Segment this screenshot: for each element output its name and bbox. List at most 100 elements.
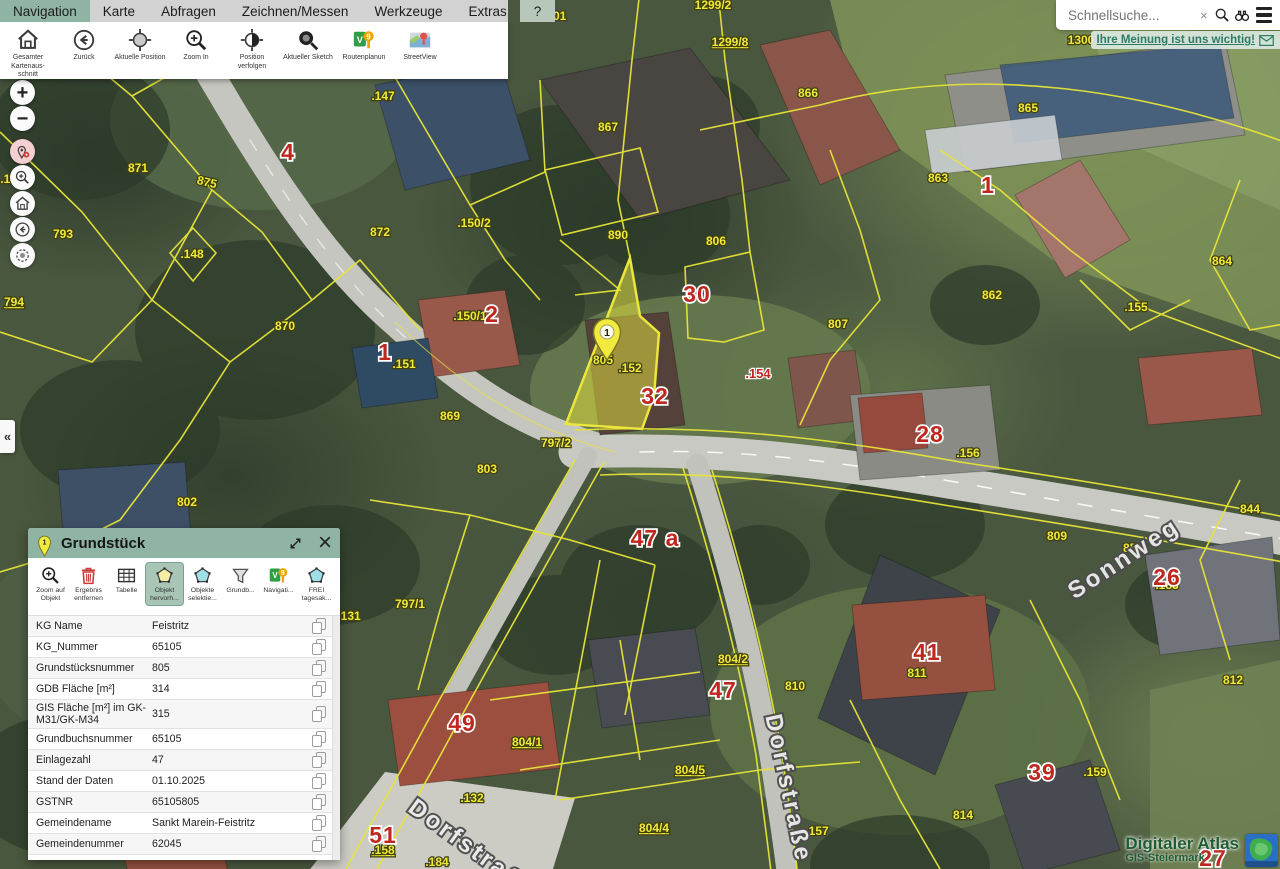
menu-bar: Navigation Karte Abfragen Zeichnen/Messe…: [0, 0, 508, 22]
map-label: 804/2: [718, 652, 748, 666]
frei-layer-button[interactable]: FREI tagesak...: [298, 563, 335, 605]
copy-icon[interactable]: [312, 681, 326, 697]
map-label: 797/1: [395, 597, 425, 611]
copy-icon[interactable]: [312, 752, 326, 768]
map-label: 26: [1153, 564, 1181, 590]
table-row: KG NameFeistritz: [28, 616, 340, 637]
map-label: 51: [369, 822, 397, 848]
map-label: 864: [1212, 254, 1232, 268]
home-extent-button[interactable]: [10, 191, 35, 216]
table-button[interactable]: Tabelle: [108, 563, 145, 597]
current-position-button[interactable]: Aktuelle Position: [112, 28, 168, 63]
magnifier-plus-icon: [40, 565, 61, 586]
search-clear-icon[interactable]: ×: [1198, 8, 1210, 23]
map-label: 794: [4, 295, 24, 309]
table-row: Stand der Daten01.10.2025: [28, 771, 340, 792]
table-row: GemeindenameSankt Marein-Feistritz: [28, 813, 340, 834]
select-objects-button[interactable]: Objekte selektie...: [184, 563, 221, 605]
svg-text:9: 9: [281, 570, 285, 577]
map-label: 806: [706, 234, 726, 248]
trash-icon: [78, 565, 99, 586]
tab-abfragen[interactable]: Abfragen: [148, 0, 229, 22]
tab-zeichnen-messen[interactable]: Zeichnen/Messen: [229, 0, 362, 22]
current-sketch-button[interactable]: Aktueller Sketch: [280, 28, 336, 63]
route-icon: V9: [268, 565, 289, 586]
track-position-button[interactable]: [10, 243, 35, 268]
search-input[interactable]: [1066, 7, 1198, 24]
map-label: 47 a: [631, 525, 680, 551]
back-button[interactable]: Zurück: [56, 28, 112, 63]
route-planner-button[interactable]: V9 Routenplanun: [336, 28, 392, 63]
zoom-to-object-button[interactable]: Zoom auf Objekt: [32, 563, 69, 605]
map-zoom-in-button[interactable]: +: [10, 80, 35, 105]
copy-icon[interactable]: [312, 706, 326, 722]
map-label: .155: [1124, 300, 1148, 314]
panel-header[interactable]: 1 Grundstück ×: [28, 528, 340, 558]
copy-icon[interactable]: [312, 815, 326, 831]
map-label: 811: [907, 666, 927, 680]
binoculars-icon[interactable]: [1234, 4, 1250, 26]
home-icon: [14, 195, 31, 212]
map-label: .156: [956, 446, 980, 460]
location-marker-button[interactable]: [10, 139, 35, 164]
feedback-link[interactable]: Ihre Meinung ist uns wichtig!: [1091, 31, 1280, 49]
map-label: 793: [53, 227, 73, 241]
navigation-button[interactable]: V9 Navigati...: [260, 563, 297, 597]
highlight-object-button[interactable]: Objekt hervorh...: [146, 563, 183, 605]
map-label: 866: [798, 86, 818, 100]
copy-icon[interactable]: [312, 794, 326, 810]
yellow-polygon-icon: [154, 565, 175, 586]
table-row: Gemeindenummer62045: [28, 834, 340, 855]
map-label: 890: [608, 228, 628, 242]
cyan-polygon-icon: [192, 565, 213, 586]
streetview-button[interactable]: StreetView: [392, 28, 448, 63]
map-label: 32: [641, 383, 669, 409]
map-zoom-out-button[interactable]: −: [10, 106, 35, 131]
tab-werkzeuge[interactable]: Werkzeuge: [361, 0, 455, 22]
steiermark-logo-icon: [1245, 834, 1278, 867]
full-extent-button[interactable]: Gesamter Kartenaus- schnitt: [0, 28, 56, 80]
route-icon: V9: [352, 28, 376, 52]
previous-extent-button[interactable]: [10, 217, 35, 242]
copy-icon[interactable]: [312, 660, 326, 676]
map-label: .159: [1083, 765, 1107, 779]
map-label: 30: [683, 281, 711, 307]
copy-icon[interactable]: [312, 639, 326, 655]
menu-icon[interactable]: [1256, 7, 1272, 23]
navigation-toolbar: Gesamter Kartenaus- schnitt Zurück Aktue…: [0, 22, 508, 79]
search-icon[interactable]: [1214, 4, 1230, 26]
copy-icon[interactable]: [312, 836, 326, 852]
map-label: 872: [370, 225, 390, 239]
map-label: 810: [785, 679, 805, 693]
panel-scrollbar[interactable]: [332, 616, 340, 860]
grundbuch-button[interactable]: Grundb...: [222, 563, 259, 597]
search-bar: ×: [1056, 0, 1280, 30]
copy-icon[interactable]: [312, 731, 326, 747]
envelope-icon: [1259, 35, 1274, 46]
map-label: 871: [128, 161, 148, 175]
copy-icon[interactable]: [312, 618, 326, 634]
map-label: 802: [177, 495, 197, 509]
map-label: .150/2: [457, 216, 491, 230]
zoom-in-button[interactable]: Zoom In: [168, 28, 224, 63]
map-label: .148: [180, 247, 204, 261]
map-label: .131: [337, 609, 361, 623]
home-icon: [16, 28, 40, 52]
sidebar-collapse-handle[interactable]: «: [0, 420, 15, 453]
attribution-logo: Digitaler Atlas GIS-Steiermark: [1125, 834, 1278, 867]
panel-expand-button[interactable]: [287, 535, 304, 552]
remove-result-button[interactable]: Ergebnis entfernen: [70, 563, 107, 605]
cyan-polygon-icon: [306, 565, 327, 586]
tab-navigation[interactable]: Navigation: [0, 0, 90, 22]
copy-icon[interactable]: [312, 773, 326, 789]
zoom-box-button[interactable]: [10, 165, 35, 190]
tab-extras[interactable]: Extras: [455, 0, 519, 22]
map-label: .147: [371, 89, 395, 103]
table-row: KG_Nummer65105: [28, 637, 340, 658]
expand-icon: [287, 535, 304, 552]
map-label: 49: [448, 710, 476, 736]
tab-help[interactable]: ?: [520, 0, 556, 22]
tab-karte[interactable]: Karte: [90, 0, 148, 22]
follow-position-button[interactable]: Position verfolgen: [224, 28, 280, 71]
svg-text:1: 1: [42, 537, 46, 546]
